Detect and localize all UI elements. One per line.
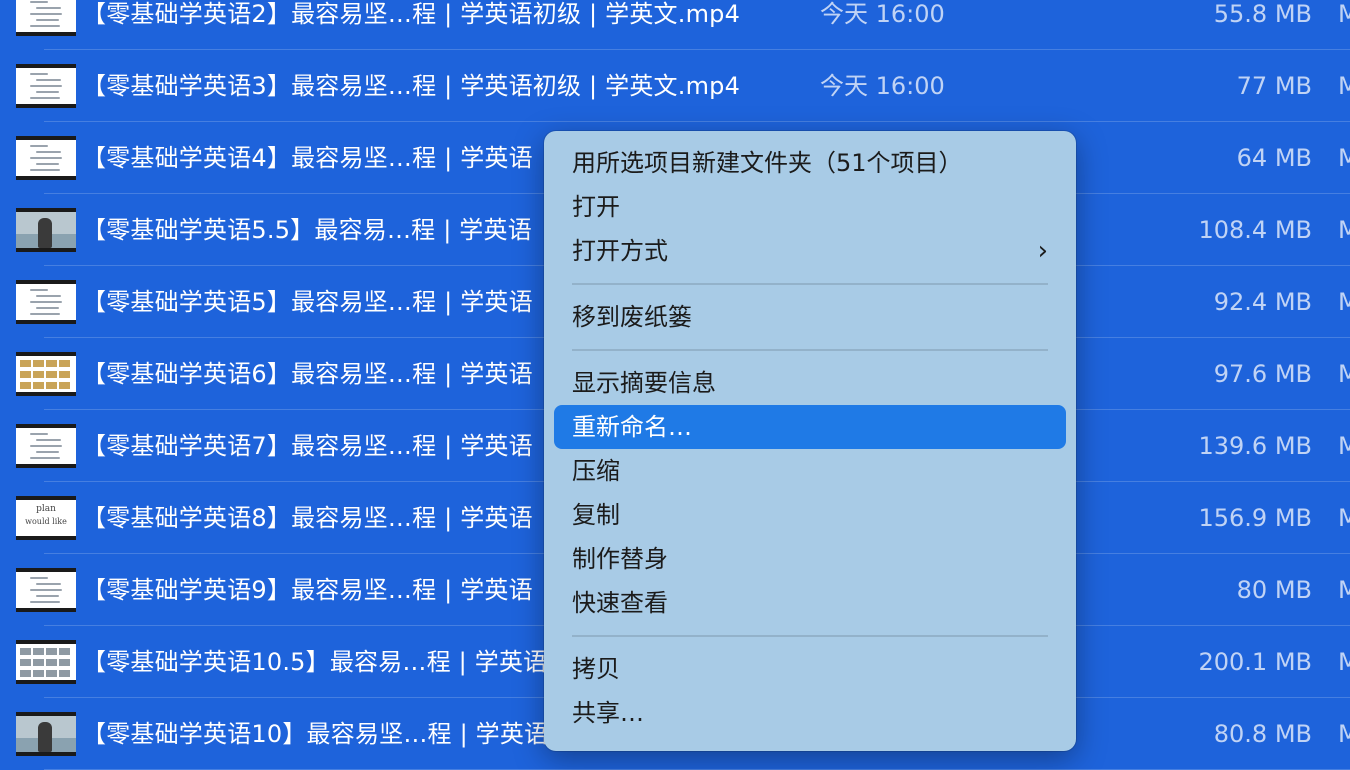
video-thumbnail — [16, 712, 76, 756]
menu-item[interactable]: 压缩 — [554, 449, 1066, 493]
video-thumbnail — [16, 640, 76, 684]
video-thumbnail — [16, 568, 76, 612]
file-kind: M — [1338, 72, 1350, 100]
file-size: 200.1 MB — [1198, 648, 1312, 676]
file-date-modified: 今天 16:00 — [820, 72, 945, 100]
file-name: 【零基础学英语10】最容易坚…程 | 学英语 — [82, 720, 549, 748]
file-size: 80.8 MB — [1213, 720, 1312, 748]
file-size: 64 MB — [1236, 144, 1312, 172]
file-kind: M — [1338, 0, 1350, 28]
menu-item[interactable]: 复制 — [554, 493, 1066, 537]
file-name: 【零基础学英语2】最容易坚…程 | 学英语初级 | 学英文.mp4 — [82, 0, 741, 28]
video-thumbnail — [16, 424, 76, 468]
menu-item-label: 压缩 — [572, 457, 620, 485]
video-thumbnail: plan would like — [16, 496, 76, 540]
file-kind: M — [1338, 144, 1350, 172]
menu-item-label: 制作替身 — [572, 545, 668, 573]
menu-item[interactable]: 共享… — [554, 691, 1066, 735]
file-size: 80 MB — [1236, 576, 1312, 604]
menu-item-label: 拷贝 — [572, 655, 620, 683]
menu-item-label: 显示摘要信息 — [572, 369, 716, 397]
menu-item[interactable]: 打开方式 › — [554, 229, 1066, 273]
video-thumbnail — [16, 136, 76, 180]
file-size: 92.4 MB — [1213, 288, 1312, 316]
menu-item-label: 共享… — [572, 699, 644, 727]
menu-item[interactable]: 显示摘要信息 — [554, 361, 1066, 405]
thumbnail-text: plan — [36, 504, 56, 514]
file-size: 77 MB — [1236, 72, 1312, 100]
file-kind: M — [1338, 648, 1350, 676]
file-name: 【零基础学英语7】最容易坚…程 | 学英语 — [82, 432, 533, 460]
menu-item-label: 复制 — [572, 501, 620, 529]
video-thumbnail — [16, 0, 76, 36]
menu-item[interactable]: 移到废纸篓 — [554, 295, 1066, 339]
menu-item[interactable]: 重新命名… — [554, 405, 1066, 449]
file-name: 【零基础学英语8】最容易坚…程 | 学英语 — [82, 504, 533, 532]
video-thumbnail — [16, 280, 76, 324]
file-size: 55.8 MB — [1213, 0, 1312, 28]
file-row[interactable]: 【零基础学英语3】最容易坚…程 | 学英语初级 | 学英文.mp4 今天 16:0… — [0, 50, 1350, 122]
file-kind: M — [1338, 360, 1350, 388]
file-size: 156.9 MB — [1198, 504, 1312, 532]
file-name: 【零基础学英语3】最容易坚…程 | 学英语初级 | 学英文.mp4 — [82, 72, 741, 100]
file-row[interactable]: 【零基础学英语2】最容易坚…程 | 学英语初级 | 学英文.mp4 今天 16:0… — [0, 0, 1350, 50]
menu-separator — [572, 283, 1048, 285]
file-size: 139.6 MB — [1198, 432, 1312, 460]
menu-item[interactable]: 快速查看 — [554, 581, 1066, 625]
file-kind: M — [1338, 576, 1350, 604]
menu-item-label: 重新命名… — [572, 413, 692, 441]
menu-item[interactable]: 打开 — [554, 185, 1066, 229]
video-thumbnail — [16, 64, 76, 108]
file-size: 97.6 MB — [1213, 360, 1312, 388]
menu-item[interactable]: 拷贝 — [554, 647, 1066, 691]
file-name: 【零基础学英语9】最容易坚…程 | 学英语 — [82, 576, 533, 604]
menu-item-label: 打开方式 — [572, 237, 668, 265]
file-name: 【零基础学英语6】最容易坚…程 | 学英语 — [82, 360, 533, 388]
file-size: 108.4 MB — [1198, 216, 1312, 244]
menu-item-label: 打开 — [572, 193, 620, 221]
file-kind: M — [1338, 288, 1350, 316]
file-kind: M — [1338, 504, 1350, 532]
menu-item-label: 移到废纸篓 — [572, 303, 692, 331]
menu-separator — [572, 635, 1048, 637]
file-kind: M — [1338, 720, 1350, 748]
menu-item[interactable]: 用所选项目新建文件夹（51个项目） — [554, 141, 1066, 185]
file-kind: M — [1338, 432, 1350, 460]
file-kind: M — [1338, 216, 1350, 244]
menu-separator — [572, 349, 1048, 351]
file-date-modified: 今天 16:00 — [820, 0, 945, 28]
file-name: 【零基础学英语10.5】最容易…程 | 学英语 — [82, 648, 548, 676]
chevron-right-icon: › — [1037, 236, 1048, 266]
thumbnail-text: would like — [25, 517, 67, 526]
menu-item-label: 用所选项目新建文件夹（51个项目） — [572, 149, 963, 177]
video-thumbnail — [16, 352, 76, 396]
video-thumbnail — [16, 208, 76, 252]
menu-item-label: 快速查看 — [572, 589, 668, 617]
file-name: 【零基础学英语5】最容易坚…程 | 学英语 — [82, 288, 533, 316]
menu-item[interactable]: 制作替身 — [554, 537, 1066, 581]
file-name: 【零基础学英语5.5】最容易…程 | 学英语 — [82, 216, 532, 244]
context-menu: 用所选项目新建文件夹（51个项目） 打开打开方式 › 移到废纸篓显示摘要信息 重新命名…… — [544, 131, 1076, 751]
file-name: 【零基础学英语4】最容易坚…程 | 学英语 — [82, 144, 533, 172]
